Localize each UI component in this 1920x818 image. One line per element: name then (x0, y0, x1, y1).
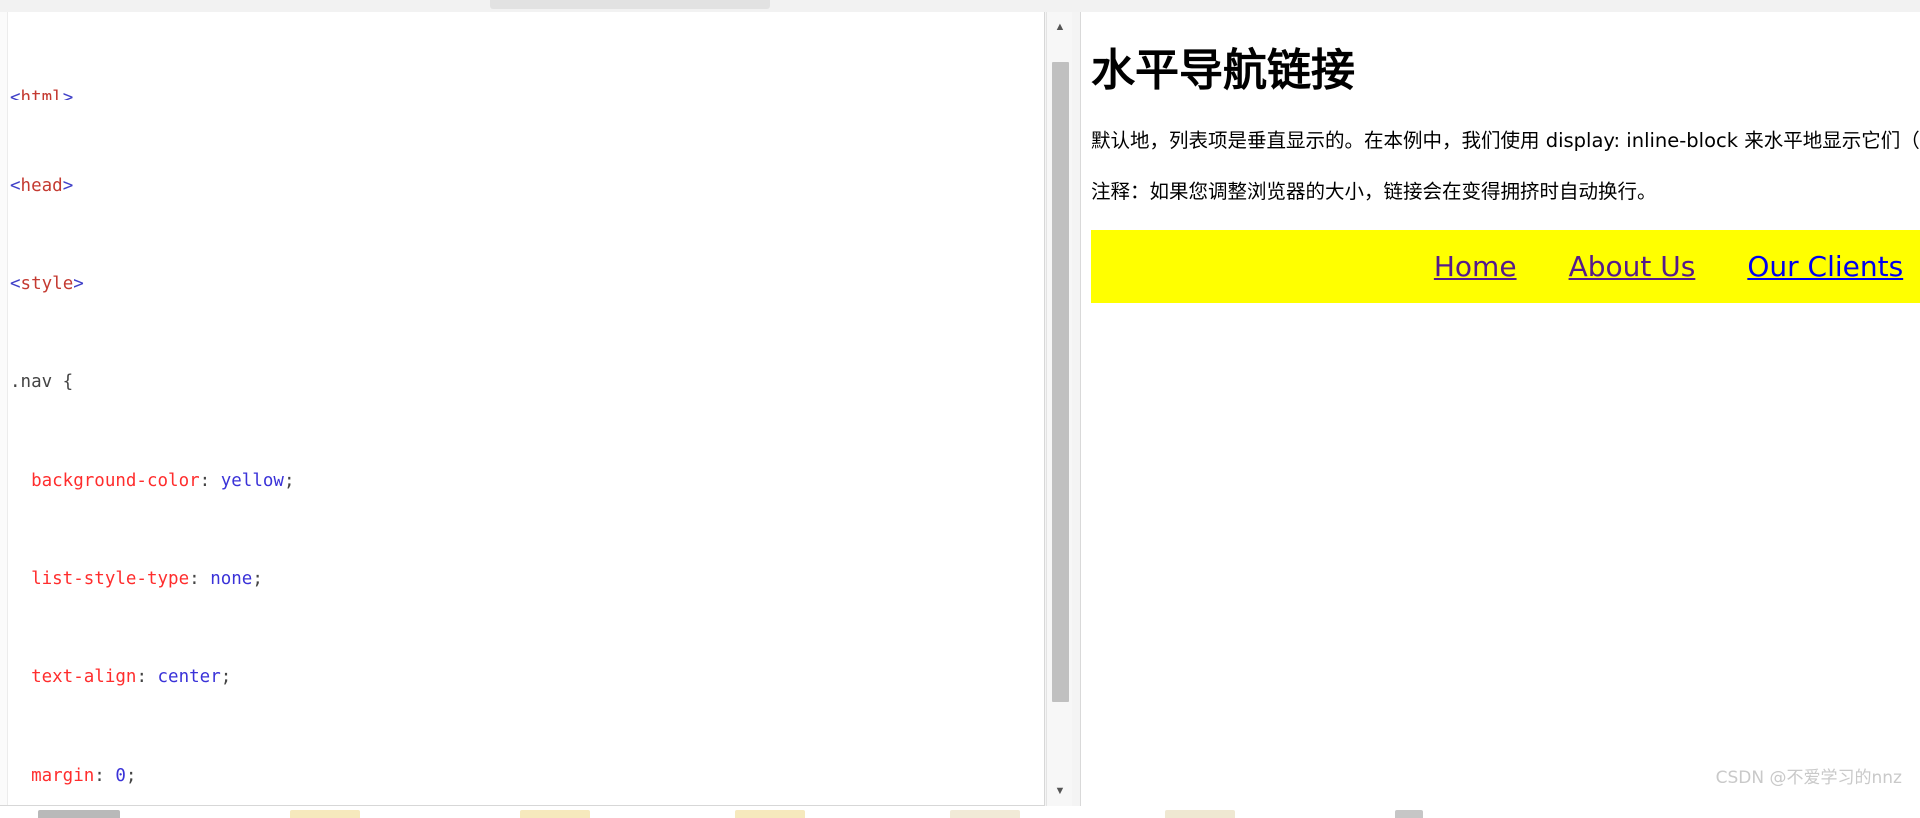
code-line: <head> (10, 175, 74, 196)
css-val-none: none (210, 569, 253, 590)
css-prop-background-color: background-color (31, 470, 200, 491)
screen-root: <html> <head> <style> .nav { background-… (0, 0, 1920, 818)
css-prop-list-style-type: list-style-type (31, 569, 190, 590)
top-window-strip (0, 0, 1920, 12)
preview-paragraph-1: 默认地，列表项是垂直显示的。在本例中，我们使用 display: inline-… (1091, 129, 1920, 152)
os-taskbar (0, 806, 1920, 818)
nav-item-clients[interactable]: Our Clients (1721, 230, 1920, 303)
preview-heading: 水平导航链接 (1091, 45, 1355, 96)
nav-link-home[interactable]: Home (1434, 250, 1517, 283)
css-val-yellow: yellow (220, 470, 284, 491)
nav-link-clients[interactable]: Our Clients (1747, 250, 1903, 283)
taskbar-item[interactable] (735, 810, 805, 818)
preview-pane: 水平导航链接 默认地，列表项是垂直显示的。在本例中，我们使用 display: … (1080, 12, 1920, 806)
code-line: margin: 0; (31, 765, 137, 786)
code-line: text-align: center; (31, 667, 232, 688)
preview-nav-list: HomeAbout UsOur ClientsContact Us (1091, 230, 1920, 303)
nav-link-about[interactable]: About Us (1569, 250, 1696, 283)
css-prop-text-align: text-align (31, 667, 137, 688)
taskbar-item[interactable] (38, 810, 120, 818)
editor-gutter (0, 12, 8, 805)
csdn-watermark: CSDN @不爱学习的nnz (1715, 768, 1902, 788)
nav-item-about[interactable]: About Us (1543, 230, 1722, 303)
scroll-down-glyph: ▼ (1054, 784, 1066, 797)
nav-item-home[interactable]: Home (1408, 230, 1543, 303)
taskbar-item[interactable] (290, 810, 360, 818)
css-val-zero: 0 (115, 765, 126, 786)
code-line: background-color: yellow; (31, 470, 295, 491)
code-line: .nav { (10, 372, 74, 393)
preview-document: 水平导航链接 默认地，列表项是垂直显示的。在本例中，我们使用 display: … (1091, 12, 1920, 806)
code-line: list-style-type: none; (31, 569, 263, 590)
taskbar-item[interactable] (950, 810, 1020, 818)
taskbar-item[interactable] (1395, 810, 1423, 818)
taskbar-item[interactable] (1165, 810, 1235, 818)
scroll-up-glyph: ▲ (1054, 20, 1066, 33)
scrollbar-thumb[interactable] (1052, 62, 1069, 702)
browser-tab-sliver[interactable] (490, 0, 770, 9)
code-text-area[interactable]: <html> <head> <style> .nav { background-… (10, 12, 1030, 805)
taskbar-item[interactable] (520, 810, 590, 818)
css-val-center: center (157, 667, 221, 688)
editor-vertical-scrollbar[interactable]: ▲ ▼ (1046, 12, 1072, 806)
scroll-up-arrow-icon[interactable]: ▲ (1047, 14, 1073, 40)
scroll-down-arrow-icon[interactable]: ▼ (1047, 778, 1073, 804)
code-line: <html> (10, 87, 74, 100)
css-prop-margin: margin (31, 765, 95, 786)
code-line: <style> (10, 273, 84, 294)
code-editor-pane[interactable]: <html> <head> <style> .nav { background-… (0, 12, 1045, 806)
preview-paragraph-2: 注释：如果您调整浏览器的大小，链接会在变得拥挤时自动换行。 (1091, 180, 1657, 203)
